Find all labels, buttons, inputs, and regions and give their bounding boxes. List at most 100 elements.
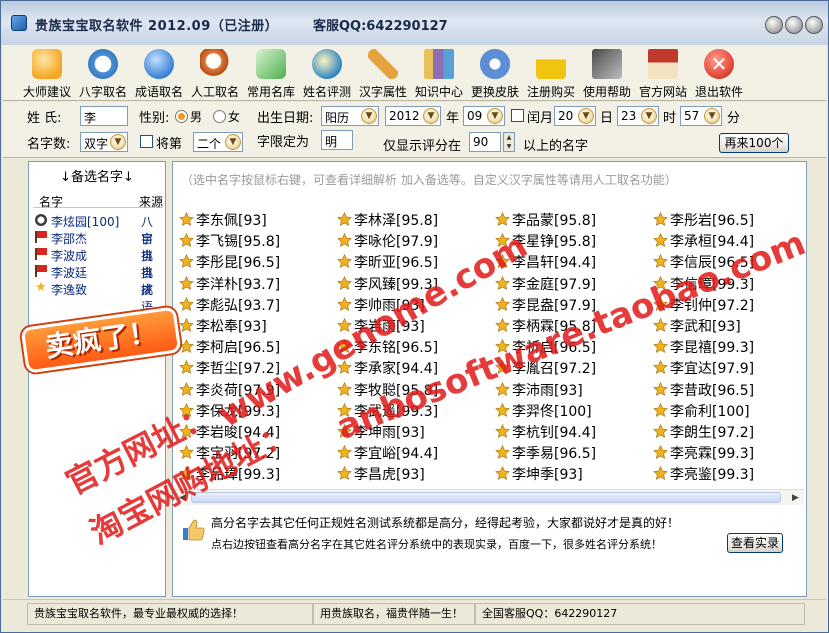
name-result-item[interactable]: 李昌轩[94.4] [495,252,596,272]
name-result-item[interactable]: 李品蒙[95.8] [495,210,596,230]
toolbar-button-skin[interactable]: 更换皮肤 [465,49,525,99]
name-result-item[interactable]: 李哲尘[97.2] [179,358,280,378]
name-result-item[interactable]: 李彪弘[93.7] [179,295,280,315]
name-result-item[interactable]: 李彤昆[96.5] [179,252,280,272]
name-result-item[interactable]: 李杭钊[94.4] [495,422,596,442]
min-score-input[interactable]: 90 [469,132,501,152]
name-result-item[interactable]: 李金庭[97.9] [495,274,596,294]
name-result-item[interactable]: 李品璋[99.3] [179,464,280,484]
name-result-item[interactable]: 李柯启[96.5] [179,337,280,357]
name-result-item[interactable]: 李保龙[99.3] [179,401,280,421]
min-score-spinner[interactable]: ▲ ▼ [503,132,515,152]
name-result-item[interactable]: 李武和[93] [653,316,741,336]
toolbar-button-idiom[interactable]: 成语取名 [129,49,189,99]
name-result-item[interactable]: 李钊仲[97.2] [653,295,754,315]
calendar-select[interactable]: 阳历 ▼ [321,106,379,126]
name-result-item[interactable]: 李胤召[97.2] [495,358,596,378]
name-result-item[interactable]: 李承桓[94.4] [653,231,754,251]
name-result-item[interactable]: 李羿佟[100] [495,401,592,421]
gender-male-radio[interactable] [175,110,188,123]
toolbar-button-master-advice[interactable]: 大师建议 [17,49,77,99]
leap-month-checkbox[interactable] [511,109,524,122]
name-result-item[interactable]: 李信辰[96.5] [653,252,754,272]
name-result-item[interactable]: 李东铭[96.5] [337,337,438,357]
name-result-item[interactable]: 李坤雨[93] [337,422,425,442]
name-result-item[interactable]: 李朗生[97.2] [653,422,754,442]
maximize-button[interactable] [785,16,803,34]
name-result-item[interactable]: 李飞锡[95.8] [179,231,280,251]
char-position-select[interactable]: 二个 ▼ [193,132,243,152]
name-result-item[interactable]: 李牧聪[95.8] [337,380,438,400]
candidate-row[interactable]: 李炫园[100] 八字 [33,212,163,246]
name-result-item[interactable]: 李风臻[99.3] [337,274,438,294]
name-result-item[interactable]: 李咏伦[97.9] [337,231,438,251]
toolbar-button-help[interactable]: 使用帮助 [577,49,637,99]
month-select[interactable]: 09 ▼ [463,106,505,126]
name-result-item[interactable]: 李昌虎[93] [337,464,425,484]
close-button[interactable] [805,16,823,34]
name-result-item[interactable]: 李星铮[95.8] [495,231,596,251]
candidate-row[interactable]: 李波廷 自挑 [33,263,163,297]
toolbar-button-knowledge[interactable]: 知识中心 [409,49,469,99]
name-result-item[interactable]: 李宜峪[94.4] [337,443,438,463]
toolbar-button-manual[interactable]: 人工取名 [185,49,245,99]
name-result-item[interactable]: 李昆盎[97.9] [495,295,596,315]
name-result-item[interactable]: 李宜达[97.9] [653,358,754,378]
day-select[interactable]: 20 ▼ [554,106,596,126]
column-source[interactable]: 来源 [139,193,163,210]
name-result-item[interactable]: 李岩雨[93] [337,316,425,336]
gender-female-radio[interactable] [213,110,226,123]
name-result-item[interactable]: 李俞利[100] [653,401,750,421]
toolbar-button-char-attr[interactable]: 汉字属性 [353,49,413,99]
name-result-item[interactable]: 李柄霖[95.8] [495,316,596,336]
toolbar-button-website[interactable]: 官方网站 [633,49,693,99]
name-result-item[interactable]: 李东佩[93] [179,210,267,230]
column-name[interactable]: 名字 [39,193,63,210]
name-result-item[interactable]: 李祈启[96.5] [495,337,596,357]
name-result-item[interactable]: 李昔政[96.5] [653,380,754,400]
name-result-item[interactable]: 李帅雨[93] [337,295,425,315]
name-result-item[interactable]: 李亮霖[99.3] [653,443,754,463]
name-result-item[interactable]: 李岩晙[94.4] [179,422,280,442]
name-result-item[interactable]: 李坤季[93] [495,464,583,484]
title-bar[interactable]: 贵族宝宝取名软件 2012.09（已注册） 客服QQ:642290127 [1,1,828,45]
name-result-item[interactable]: 李季易[96.5] [495,443,596,463]
star-icon [495,339,510,354]
name-result-item[interactable]: 李松奉[93] [179,316,267,336]
year-select[interactable]: 2012 ▼ [385,106,441,126]
fix-position-checkbox[interactable] [140,135,153,148]
candidate-row[interactable]: 李波成 自挑 [33,246,163,280]
name-result-item[interactable]: 李亮鉴[99.3] [653,464,754,484]
surname-input[interactable]: 李 [80,106,128,126]
name-result-item[interactable]: 李昆禧[99.3] [653,337,754,357]
candidate-row[interactable]: ★ 李逸致 成语 [33,280,163,314]
view-records-button[interactable]: 查看实录 [727,533,783,553]
edit-pen-icon [256,49,286,79]
name-result-item[interactable]: 李武遥[99.3] [337,401,438,421]
toolbar-button-exit[interactable]: ✕ 退出软件 [689,49,749,99]
toolbar-button-name-library[interactable]: 常用名库 [241,49,301,99]
name-result-item[interactable]: 李沛雨[93] [495,380,583,400]
toolbar-button-register[interactable]: 注册购买 [521,49,581,99]
hour-select[interactable]: 23 ▼ [617,106,659,126]
toolbar-button-bazi[interactable]: 八字取名 [73,49,133,99]
candidate-row[interactable]: 李邵杰 自挑 [33,229,163,263]
name-result-item[interactable]: 李彤岩[96.5] [653,210,754,230]
name-result-item[interactable]: 李信璋[99.3] [653,274,754,294]
name-result-item[interactable]: 李林泽[95.8] [337,210,438,230]
scroll-left-icon[interactable]: ◀ [179,493,186,503]
name-result-item[interactable]: 李承家[94.4] [337,358,438,378]
fixed-char-input[interactable]: 明 [321,130,353,150]
minimize-button[interactable] [765,16,783,34]
horizontal-scrollbar[interactable]: ◀ ▶ [175,489,804,505]
name-result-item[interactable]: 李洋朴[93.7] [179,274,280,294]
name-result-item[interactable]: 李炎荷[97.9] [179,380,280,400]
toolbar-button-evaluate[interactable]: 姓名评测 [297,49,357,99]
name-result-item[interactable]: 李昕亚[96.5] [337,252,438,272]
more-names-button[interactable]: 再来100个 [719,133,789,153]
scrollbar-thumb[interactable] [191,492,781,503]
name-count-select[interactable]: 双字 ▼ [80,132,128,152]
scroll-right-icon[interactable]: ▶ [792,493,799,503]
minute-select[interactable]: 57 ▼ [680,106,722,126]
name-result-item[interactable]: 李宝羽[97.2] [179,443,280,463]
